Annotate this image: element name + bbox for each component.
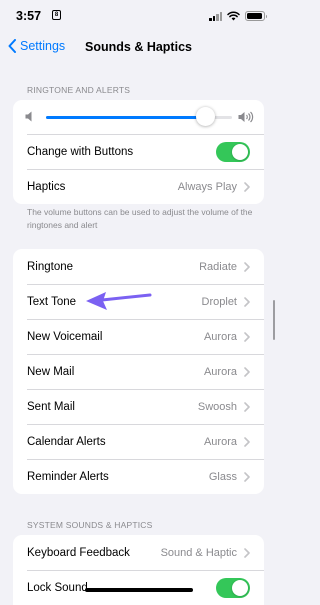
chevron-right-icon [244, 436, 250, 447]
tone-label: Reminder Alerts [27, 470, 109, 483]
keyboard-feedback-value: Sound & Haptic [160, 546, 237, 559]
scroll-indicator [272, 300, 275, 340]
tone-row-sent-mail[interactable]: Sent Mail Swoosh [13, 389, 264, 424]
sim-badge: 8 [52, 10, 61, 20]
chevron-right-icon [244, 547, 250, 558]
tone-value: Aurora [203, 365, 237, 378]
annotation-arrow-icon [86, 292, 152, 310]
change-with-buttons-row: Change with Buttons [13, 134, 264, 169]
keyboard-feedback-row[interactable]: Keyboard Feedback Sound & Haptic [13, 535, 264, 570]
navigation-bar: Settings Sounds & Haptics [0, 30, 277, 66]
home-indicator[interactable] [85, 588, 193, 592]
tone-value: Aurora [203, 330, 237, 343]
cellular-signal-icon [209, 11, 222, 21]
status-time: 3:57 [16, 9, 42, 23]
volume-slider-row [13, 100, 264, 134]
change-with-buttons-label: Change with Buttons [27, 145, 134, 158]
tone-row-new-mail[interactable]: New Mail Aurora [13, 354, 264, 389]
keyboard-feedback-label: Keyboard Feedback [27, 546, 130, 559]
chevron-right-icon [244, 401, 250, 412]
section-header-system: SYSTEM SOUNDS & HAPTICS [27, 520, 153, 530]
haptics-value: Always Play [177, 180, 237, 193]
volume-footnote: The volume buttons can be used to adjust… [27, 207, 253, 230]
status-indicators [209, 10, 267, 22]
chevron-right-icon [244, 181, 250, 192]
chevron-right-icon [244, 331, 250, 342]
tone-value: Swoosh [197, 400, 237, 413]
tone-label: Sent Mail [27, 400, 75, 413]
tone-row-calendar-alerts[interactable]: Calendar Alerts Aurora [13, 424, 264, 459]
ringtone-group: Change with Buttons Haptics Always Play [13, 100, 264, 204]
tone-value: Droplet [201, 295, 237, 308]
tone-row-reminder-alerts[interactable]: Reminder Alerts Glass [13, 459, 264, 494]
chevron-right-icon [244, 471, 250, 482]
tone-label: Calendar Alerts [27, 435, 106, 448]
system-group: Keyboard Feedback Sound & Haptic Lock So… [13, 535, 264, 605]
speaker-low-icon [25, 111, 32, 122]
tone-label: New Voicemail [27, 330, 103, 343]
tone-label: Ringtone [27, 260, 74, 273]
change-with-buttons-toggle[interactable] [216, 141, 250, 162]
battery-icon [245, 11, 267, 21]
haptics-label: Haptics [27, 180, 66, 193]
tones-group: Ringtone Radiate Text Tone Droplet New Voice… [13, 249, 264, 494]
section-header-ringtone: RINGTONE AND ALERTS [27, 85, 131, 95]
page-title: Sounds & Haptics [85, 40, 192, 54]
status-bar: 3:57 8 [0, 0, 277, 30]
chevron-right-icon [244, 296, 250, 307]
tone-value: Glass [208, 470, 237, 483]
tone-value: Aurora [203, 435, 237, 448]
chevron-right-icon [244, 366, 250, 377]
speaker-high-icon [238, 111, 254, 123]
tone-value: Radiate [199, 260, 237, 273]
tone-label: New Mail [27, 365, 75, 378]
tone-row-ringtone[interactable]: Ringtone Radiate [13, 249, 264, 284]
lock-sound-toggle[interactable] [216, 577, 250, 598]
volume-slider-knob[interactable] [196, 107, 216, 126]
tone-row-new-voicemail[interactable]: New Voicemail Aurora [13, 319, 264, 354]
wifi-icon [227, 11, 240, 21]
haptics-row[interactable]: Haptics Always Play [13, 169, 264, 204]
chevron-right-icon [244, 261, 250, 272]
